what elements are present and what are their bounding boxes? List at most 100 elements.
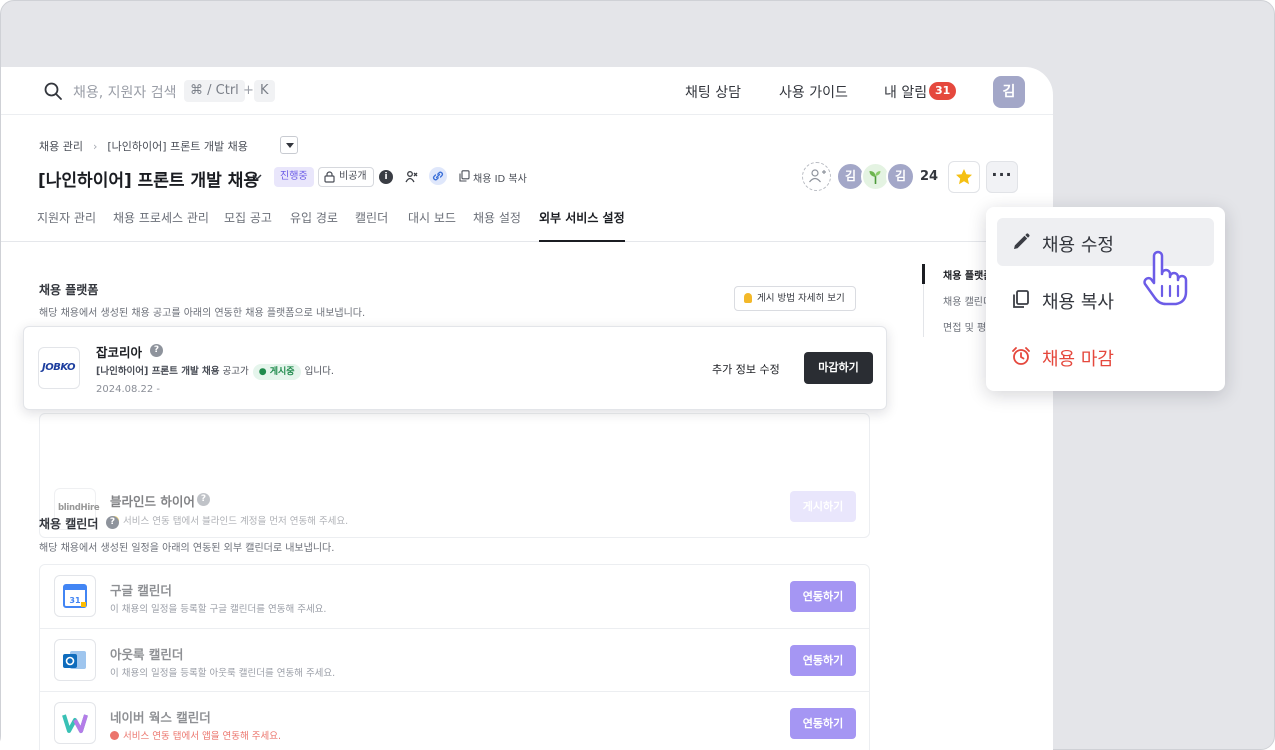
posted-status-badge: ● 게시중 xyxy=(252,364,301,380)
calendar-name: 아웃룩 캘린더 xyxy=(110,647,184,662)
visibility-label: 비공개 xyxy=(339,171,367,182)
notification-count-badge: 31 xyxy=(929,82,957,100)
tab-external-services[interactable]: 외부 서비스 설정 xyxy=(539,209,625,242)
tab-applicants[interactable]: 지원자 관리 xyxy=(37,209,96,242)
tab-dashboard[interactable]: 대시 보드 xyxy=(408,209,456,242)
google-calendar-icon: 31 xyxy=(63,584,87,608)
tab-settings[interactable]: 채용 설정 xyxy=(473,209,521,242)
list-item: 31 구글 캘린더 이 채용의 일정을 등록할 구글 캘린더를 연동해 주세요.… xyxy=(40,565,869,628)
jobkorea-logo: JOBKO xyxy=(38,347,80,389)
tab-inflow[interactable]: 유입 경로 xyxy=(290,209,338,242)
shortcut-key-ctrl: ⌘ / Ctrl xyxy=(184,80,245,102)
jobkorea-card: JOBKO 잡코리아 ? [나인하이어] 프론트 개발 채용 공고가 ● 게시중 입… xyxy=(23,326,887,410)
calendar-name: 구글 캘린더 xyxy=(110,583,172,598)
help-icon[interactable]: ? xyxy=(106,516,119,529)
calendar-section-title: 채용 캘린더 xyxy=(39,517,99,531)
info-icon[interactable]: i xyxy=(379,170,393,184)
tab-bar: 지원자 관리 채용 프로세스 관리 모집 공고 유입 경로 캘린더 대시 보드 … xyxy=(1,209,1053,242)
copy-icon xyxy=(459,170,470,182)
member-count: 24 xyxy=(920,169,939,184)
blindhire-name: 블라인드 하이어 xyxy=(110,494,195,509)
posting-guide-button[interactable]: 게시 방법 자세히 보기 xyxy=(734,286,856,311)
menu-item-copy-label: 채용 복사 xyxy=(1042,292,1114,313)
more-options-button[interactable]: ··· xyxy=(986,161,1018,193)
lightbulb-icon xyxy=(744,293,752,303)
blindhire-logo-text: blindHire xyxy=(58,503,100,513)
blindhire-warning: 서비스 연동 탭에서 블라인드 계정을 먼저 연동해 주세요. xyxy=(110,513,348,527)
platform-section-description: 해당 채용에서 생성된 채용 공고를 아래의 연동한 채용 플랫폼으로 내보냅니… xyxy=(39,308,366,319)
tab-calendar[interactable]: 캘린더 xyxy=(355,209,388,242)
calendar-list: 31 구글 캘린더 이 채용의 일정을 등록할 구글 캘린더를 연동해 주세요.… xyxy=(39,564,870,750)
breadcrumb: 채용 관리 › [나인하이어] 프론트 개발 채용 xyxy=(39,138,248,154)
tab-process[interactable]: 채용 프로세스 관리 xyxy=(113,209,209,242)
connect-button[interactable]: 연동하기 xyxy=(790,645,856,676)
page-title: [나인하이어] 프론트 개발 채용 xyxy=(38,171,259,191)
connect-button[interactable]: 연동하기 xyxy=(790,581,856,612)
search-input[interactable]: 채용, 지원자 검색 xyxy=(73,82,177,102)
notifications-link[interactable]: 내 알림 xyxy=(884,82,927,102)
copy-id-button[interactable]: 채용 ID 복사 xyxy=(459,170,527,185)
link-icon[interactable] xyxy=(429,167,447,185)
calendar-warning: 서비스 연동 탭에서 앱을 연동해 주세요. xyxy=(110,728,281,742)
jobkorea-status-line: [나인하이어] 프론트 개발 채용 공고가 ● 게시중 입니다. xyxy=(96,363,334,380)
visibility-badge[interactable]: 비공개 xyxy=(318,167,374,187)
shortcut-key-k: K xyxy=(254,80,275,102)
list-item: 아웃룩 캘린더 이 채용의 일정을 등록할 아웃룩 캘린더를 연동해 주세요. … xyxy=(40,628,869,691)
calendar-warning-text: 서비스 연동 탭에서 앱을 연동해 주세요. xyxy=(123,731,281,742)
edit-extra-info-button[interactable]: 추가 정보 수정 xyxy=(712,361,780,377)
chevron-down-icon[interactable] xyxy=(251,171,263,183)
naver-works-icon xyxy=(62,714,88,733)
copy-icon xyxy=(1013,290,1029,308)
posting-date: 2024.08.22 - xyxy=(96,384,161,395)
blindhire-warning-text: 서비스 연동 탭에서 블라인드 계정을 먼저 연동해 주세요. xyxy=(123,516,349,527)
favorite-button[interactable] xyxy=(948,161,980,193)
status-line-end: 입니다. xyxy=(304,366,334,377)
anchor-interview[interactable]: 면접 및 평 xyxy=(943,319,986,334)
list-item: 네이버 웍스 캘린더 서비스 연동 탭에서 앱을 연동해 주세요. 연동하기 xyxy=(40,691,869,750)
breadcrumb-current: [나인하이어] 프론트 개발 채용 xyxy=(107,140,248,153)
status-line-text: 공고가 xyxy=(222,366,249,377)
app-window: 채용, 지원자 검색 ⌘ / Ctrl + K 채팅 상담 사용 가이드 내 알… xyxy=(1,67,1053,750)
calendar-desc: 이 채용의 일정을 등록할 구글 캘린더를 연동해 주세요. xyxy=(110,604,327,615)
help-icon[interactable]: ? xyxy=(150,344,163,357)
people-icon[interactable] xyxy=(404,169,420,185)
connect-button[interactable]: 연동하기 xyxy=(790,708,856,739)
error-icon xyxy=(110,731,119,740)
outlook-icon xyxy=(63,651,86,669)
chat-support-link[interactable]: 채팅 상담 xyxy=(685,82,741,102)
active-indicator xyxy=(922,264,925,284)
menu-item-close-label: 채용 마감 xyxy=(1042,349,1114,370)
search-icon[interactable] xyxy=(43,81,63,101)
anchor-calendar[interactable]: 채용 캘린더 xyxy=(943,293,992,308)
jobkorea-logo-text: JOBKO xyxy=(42,362,75,373)
help-icon[interactable]: ? xyxy=(197,493,210,506)
close-posting-button[interactable]: 마감하기 xyxy=(804,352,873,384)
add-member-button[interactable] xyxy=(802,162,831,191)
sprout-icon xyxy=(869,171,881,184)
top-bar: 채용, 지원자 검색 ⌘ / Ctrl + K 채팅 상담 사용 가이드 내 알… xyxy=(1,67,1053,115)
shortcut-plus: + xyxy=(243,83,254,98)
posting-guide-label: 게시 방법 자세히 보기 xyxy=(757,293,845,304)
pencil-icon xyxy=(1014,233,1030,249)
copy-id-label: 채용 ID 복사 xyxy=(473,174,527,185)
user-avatar[interactable]: 김 xyxy=(993,76,1025,108)
svg-text:31: 31 xyxy=(69,596,81,605)
add-person-icon xyxy=(809,169,826,183)
alarm-clock-icon xyxy=(1012,347,1030,365)
lock-icon xyxy=(324,171,335,183)
chevron-right-icon: › xyxy=(92,140,98,153)
naver-works-logo xyxy=(54,702,96,744)
blindhire-row: blindHire 블라인드 하이어 ? 서비스 연동 탭에서 블라인드 계정을… xyxy=(40,414,869,537)
tab-job-posting[interactable]: 모집 공고 xyxy=(224,209,272,242)
menu-item-edit-label: 채용 수정 xyxy=(1042,235,1114,256)
jobkorea-posting-title: [나인하이어] 프론트 개발 채용 xyxy=(96,366,220,377)
google-calendar-logo: 31 xyxy=(54,575,96,617)
outlook-calendar-logo xyxy=(54,639,96,681)
member-avatar[interactable]: 김 xyxy=(886,162,915,191)
post-button[interactable]: 게시하기 xyxy=(790,491,856,522)
menu-item-close[interactable]: 채용 마감 xyxy=(997,332,1214,380)
platform-list: blindHire 블라인드 하이어 ? 서비스 연동 탭에서 블라인드 계정을… xyxy=(39,413,870,538)
breadcrumb-root[interactable]: 채용 관리 xyxy=(39,140,83,153)
breadcrumb-dropdown-button[interactable] xyxy=(280,136,298,154)
user-guide-link[interactable]: 사용 가이드 xyxy=(779,82,848,102)
